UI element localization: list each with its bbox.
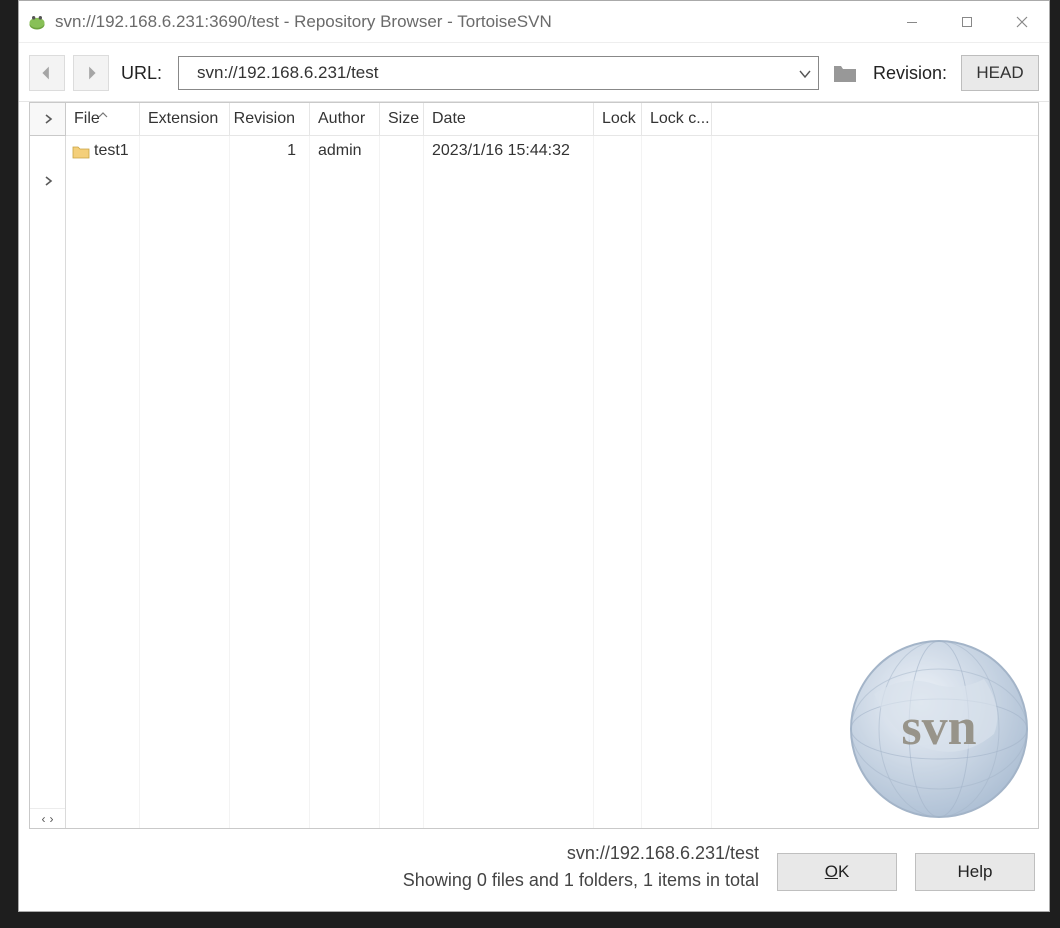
toolbar: URL: svn://192.168.6.231/test Revision: … (19, 43, 1049, 102)
chevron-down-icon[interactable] (798, 66, 812, 80)
svn-watermark-icon: svn (844, 634, 1034, 824)
column-revision[interactable]: Revision (230, 103, 310, 135)
browse-folder-button[interactable] (827, 55, 863, 91)
help-label: Help (958, 862, 993, 882)
column-lock-comment[interactable]: Lock c... (642, 103, 712, 135)
app-window: svn://192.168.6.231:3690/test - Reposito… (18, 0, 1050, 912)
status-path: svn://192.168.6.231/test (567, 843, 759, 864)
app-icon (27, 12, 47, 32)
tree-nav-left[interactable]: ‹ (42, 812, 46, 826)
revision-head-button[interactable]: HEAD (961, 55, 1039, 91)
revision-label: Revision: (873, 63, 947, 84)
tree-nav-right[interactable]: › (50, 812, 54, 826)
column-size[interactable]: Size (380, 103, 424, 135)
minimize-button[interactable] (884, 1, 939, 42)
cell-file: test1 (66, 142, 140, 160)
file-list-pane: File Extension Revision Author Size Date… (66, 103, 1038, 828)
tree-pane: ‹ › (30, 103, 66, 828)
head-label: HEAD (976, 63, 1023, 83)
footer: svn://192.168.6.231/test Showing 0 files… (19, 829, 1049, 911)
url-value: svn://192.168.6.231/test (197, 63, 378, 83)
cell-date: 2023/1/16 15:44:32 (424, 142, 594, 160)
tree-expand-button-2[interactable] (30, 164, 65, 198)
column-gridlines (66, 136, 1038, 828)
titlebar[interactable]: svn://192.168.6.231:3690/test - Reposito… (19, 1, 1049, 43)
tree-expand-button[interactable] (29, 102, 66, 136)
svg-text:svn: svn (901, 699, 976, 756)
file-name: test1 (94, 142, 129, 160)
column-date[interactable]: Date (424, 103, 594, 135)
maximize-button[interactable] (939, 1, 994, 42)
close-button[interactable] (994, 1, 1049, 42)
list-body[interactable]: test1 1admin 2023/1/16 15:44:32 (66, 136, 1038, 828)
tree-nav: ‹ › (30, 808, 65, 828)
forward-button[interactable] (73, 55, 109, 91)
column-lock[interactable]: Lock (594, 103, 642, 135)
cell-author: admin (310, 142, 380, 160)
cell-revision: 1 (230, 142, 310, 160)
back-button[interactable] (29, 55, 65, 91)
column-extension[interactable]: Extension (140, 103, 230, 135)
url-input[interactable]: svn://192.168.6.231/test (178, 56, 819, 90)
status-text: svn://192.168.6.231/test Showing 0 files… (33, 843, 759, 891)
url-label: URL: (121, 63, 162, 84)
ok-button[interactable]: OK (777, 853, 897, 891)
content-area: ‹ › File Extension Revision Author Size … (29, 102, 1039, 829)
column-spacer (712, 103, 1038, 135)
folder-icon (72, 144, 90, 159)
help-button[interactable]: Help (915, 853, 1035, 891)
sort-ascending-icon (98, 105, 108, 111)
window-controls (884, 1, 1049, 42)
window-title: svn://192.168.6.231:3690/test - Reposito… (55, 12, 884, 32)
column-author[interactable]: Author (310, 103, 380, 135)
list-header: File Extension Revision Author Size Date… (66, 103, 1038, 136)
status-summary: Showing 0 files and 1 folders, 1 items i… (403, 870, 759, 891)
column-file[interactable]: File (66, 103, 140, 135)
table-row[interactable]: test1 1admin 2023/1/16 15:44:32 (66, 136, 1038, 166)
